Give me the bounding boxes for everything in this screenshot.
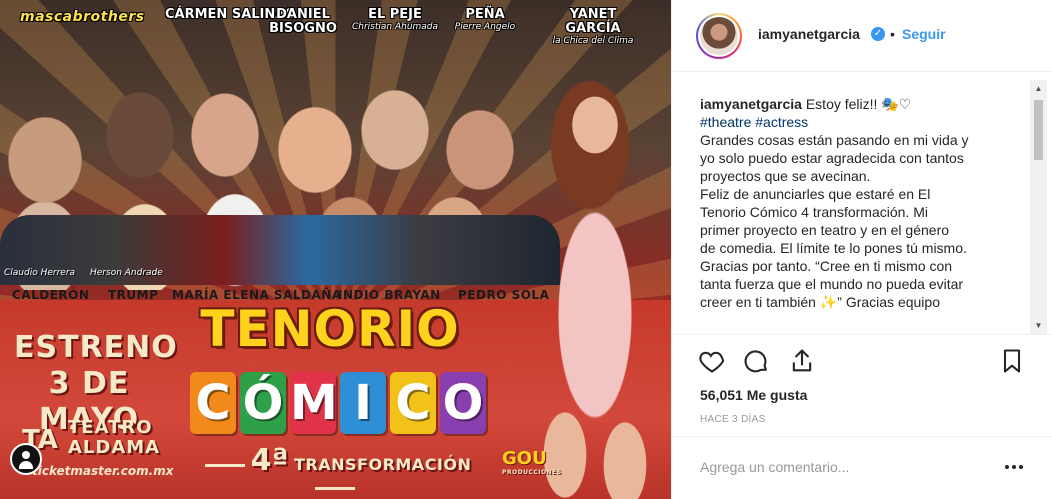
divider-line: [315, 487, 355, 490]
producer-logo: GOU PRODUCCIONES: [502, 448, 562, 476]
cast-name-5: YANET GARCÍA la Chica del Clima: [552, 7, 634, 47]
like-heart-icon[interactable]: [698, 347, 726, 375]
poster-title-blocks: C Ó M I C O: [190, 372, 486, 434]
post-sidebar: iamyanetgarcia ✓ • Seguir iamyanetgarcia…: [671, 0, 1052, 499]
post-timestamp[interactable]: HACE 3 DÍAS: [700, 414, 766, 425]
follow-button[interactable]: Seguir: [902, 26, 946, 42]
cast-name-2: DANIEL BISOGNO: [269, 7, 337, 36]
role-label-2: TRUMP: [108, 288, 159, 302]
poster-brand-logo: mascabrothers: [20, 9, 145, 25]
add-comment-bar: [672, 436, 1052, 499]
verified-badge-icon: ✓: [871, 27, 885, 41]
scroll-down-icon[interactable]: ▼: [1030, 317, 1047, 334]
edition-number: 4ª: [250, 443, 289, 478]
edition-word: TRANSFORMACIÓN: [294, 455, 472, 474]
comment-bubble-icon[interactable]: [742, 347, 770, 375]
avatar[interactable]: [696, 13, 742, 59]
role-label-1: CALDERÓN: [12, 288, 90, 302]
avatar-image: [700, 17, 738, 55]
cast-name-4: PEÑA Pierre Angelo: [454, 7, 516, 33]
poster-actress-figure: [505, 55, 665, 499]
more-options-icon[interactable]: [1002, 457, 1026, 477]
post-header: iamyanetgarcia ✓ • Seguir: [672, 0, 1052, 72]
poster-title-top: TENORIO: [200, 300, 460, 358]
user-tag-icon[interactable]: [10, 443, 42, 475]
share-upload-icon[interactable]: [788, 347, 816, 375]
comment-input[interactable]: [700, 457, 990, 477]
separator-dot: •: [890, 26, 895, 42]
username-link[interactable]: iamyanetgarcia: [758, 26, 860, 42]
caption-hashtags[interactable]: #theatre #actress: [700, 113, 1030, 131]
scrollbar[interactable]: ▲ ▼: [1030, 80, 1047, 334]
title-letter-block: C: [390, 372, 436, 434]
post-image[interactable]: mascabrothers CÁRMEN SALINAS DANIEL BISO…: [0, 0, 671, 499]
poster-cast-bodies: [0, 215, 560, 285]
title-letter-block: M: [290, 372, 338, 434]
title-letter-block: O: [440, 372, 486, 434]
cast-name-3: EL PEJE Christian Ahumada: [351, 7, 439, 33]
title-letter-block: I: [340, 372, 386, 434]
cast-small-name-1: Claudio Herrera: [4, 268, 76, 278]
poster-edition: 4ª TRANSFORMACIÓN: [190, 443, 480, 497]
scroll-thumb[interactable]: [1034, 100, 1043, 160]
comments-area[interactable]: iamyanetgarcia Estoy feliz!! 🎭♡ #theatre…: [672, 72, 1052, 334]
bookmark-icon[interactable]: [998, 347, 1026, 375]
title-letter-block: Ó: [240, 372, 286, 434]
cast-small-name-2: Herson Andrade: [90, 268, 163, 278]
scroll-up-icon[interactable]: ▲: [1030, 80, 1047, 97]
divider-line: [204, 464, 245, 467]
likes-count[interactable]: 56,051 Me gusta: [700, 387, 807, 403]
caption-username[interactable]: iamyanetgarcia: [700, 96, 802, 112]
theatre-name: TEATRO ALDAMA: [68, 417, 161, 458]
post-actions: 56,051 Me gusta HACE 3 DÍAS: [672, 334, 1052, 452]
title-letter-block: C: [190, 372, 236, 434]
post-caption: iamyanetgarcia Estoy feliz!! 🎭♡ #theatre…: [700, 95, 1030, 311]
ticket-url: ticketmaster.com.mx: [32, 464, 174, 478]
